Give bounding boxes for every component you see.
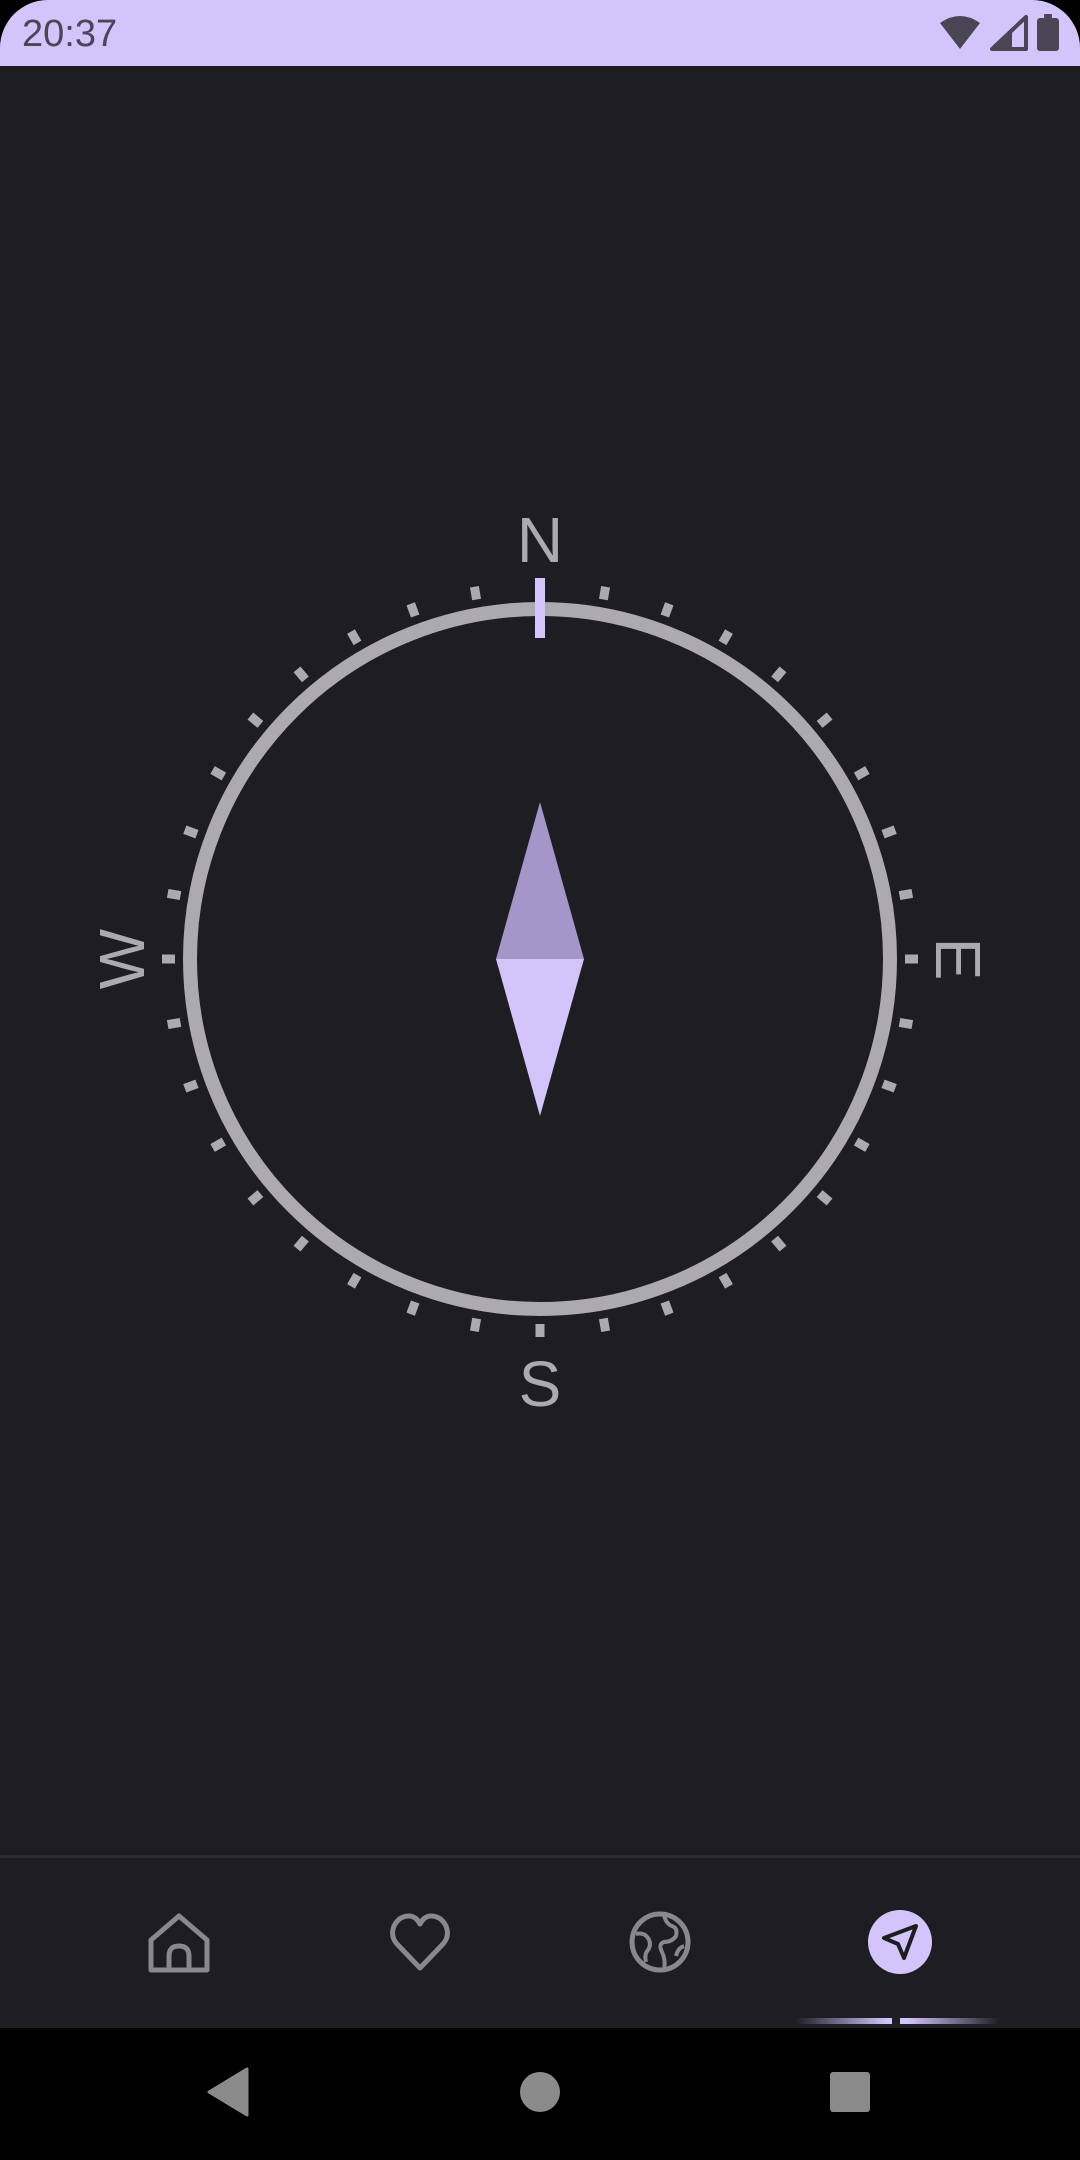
compass-tick	[293, 666, 309, 683]
compass-needle	[496, 802, 584, 1116]
compass-tick	[881, 1079, 897, 1093]
needle-south	[496, 959, 584, 1116]
compass-label-west: W	[86, 928, 158, 989]
compass-tick	[469, 585, 482, 601]
compass-label-north: N	[517, 504, 563, 576]
compass-tick	[347, 1272, 362, 1289]
cellular-signal-icon	[990, 15, 1028, 51]
compass-tick	[406, 1300, 420, 1316]
compass-tick	[247, 1190, 264, 1206]
heart-icon	[388, 1910, 452, 1974]
compass-tick	[898, 888, 914, 901]
navigation-arrow-icon	[880, 1922, 920, 1962]
compass-tick	[660, 602, 674, 618]
compass-tick	[469, 1317, 482, 1333]
home-circle-icon	[518, 2070, 562, 2119]
compass-tick	[406, 602, 420, 618]
compass-tick	[293, 1235, 309, 1252]
bottom-navigation	[0, 1858, 1080, 2028]
compass-tick	[347, 629, 362, 646]
compass-tick	[660, 1300, 674, 1316]
compass-tick	[853, 766, 870, 781]
system-recents-button[interactable]	[818, 2062, 882, 2126]
compass[interactable]: N S E W	[0, 66, 1080, 1856]
home-icon	[147, 1910, 211, 1974]
compass-tick	[247, 712, 264, 728]
system-back-button[interactable]	[196, 2062, 260, 2126]
nav-item-home[interactable]	[147, 1910, 211, 1974]
needle-north	[496, 802, 584, 959]
system-navigation-bar	[0, 2028, 1080, 2160]
nav-item-globe[interactable]	[628, 1910, 692, 1974]
compass-tick	[718, 1272, 733, 1289]
compass-tick	[816, 1190, 833, 1206]
globe-icon	[628, 1910, 692, 1974]
compass-tick	[598, 585, 611, 601]
compass-label-south: S	[519, 1348, 562, 1420]
compass-tick	[210, 1137, 227, 1152]
compass-tick	[166, 1017, 182, 1030]
nav-item-navigation[interactable]	[868, 1910, 932, 1974]
nav-item-favorites[interactable]	[388, 1910, 452, 1974]
compass-label-east: E	[922, 938, 994, 981]
compass-tick	[166, 888, 182, 901]
compass-tick	[771, 1235, 787, 1252]
wifi-icon	[938, 15, 982, 51]
compass-tick	[183, 1079, 199, 1093]
nav-indicator-gap	[892, 2014, 900, 2026]
compass-tick	[718, 629, 733, 646]
status-time: 20:37	[22, 13, 118, 55]
compass-tick	[210, 766, 227, 781]
recents-icon	[828, 2070, 872, 2119]
compass-tick	[898, 1017, 914, 1030]
screen: 20:37 N S E W	[0, 0, 1080, 2160]
back-icon	[205, 2067, 251, 2122]
compass-tick	[816, 712, 833, 728]
compass-tick	[853, 1137, 870, 1152]
compass-tick	[598, 1317, 611, 1333]
compass-tick	[771, 666, 787, 683]
battery-icon	[1036, 14, 1060, 52]
status-bar: 20:37	[0, 0, 1080, 66]
compass-tick	[183, 825, 199, 839]
north-marker	[535, 578, 545, 638]
status-icons	[938, 14, 1060, 52]
compass-tick	[881, 825, 897, 839]
compass-area: N S E W	[0, 66, 1080, 1856]
system-home-button[interactable]	[508, 2062, 572, 2126]
